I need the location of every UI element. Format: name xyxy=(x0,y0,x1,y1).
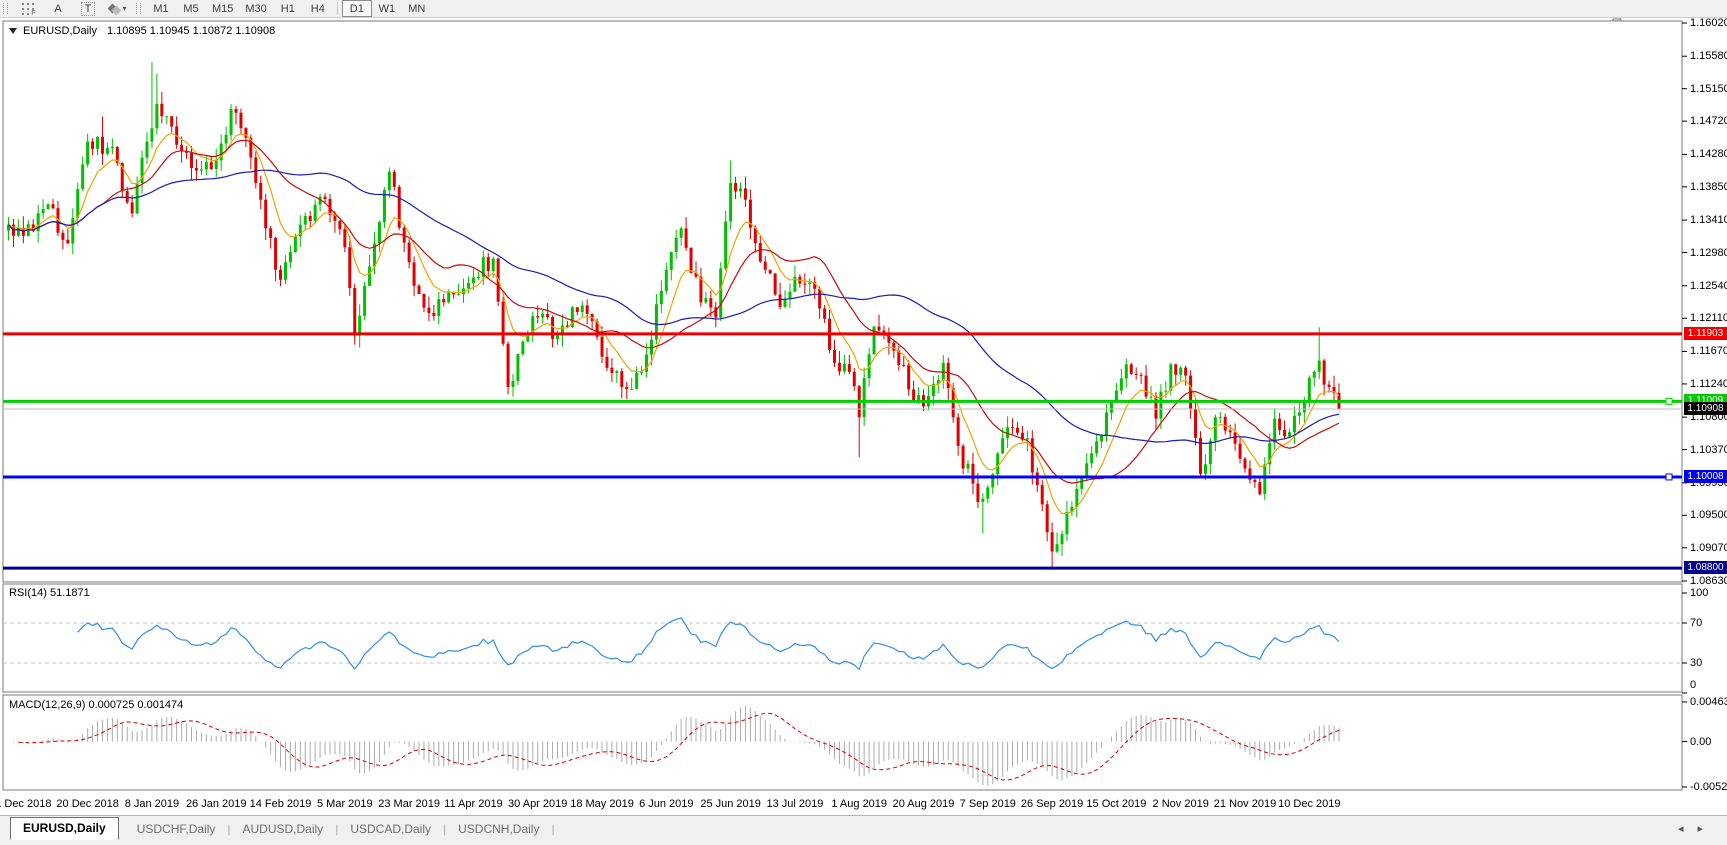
level-handle-support-blue[interactable] xyxy=(1666,474,1672,480)
price-badge-resistance-red[interactable]: 1.11903 xyxy=(1684,327,1727,340)
date-label-16: 26 Sep 2019 xyxy=(1021,798,1083,810)
timeframe-button-m5[interactable]: M5 xyxy=(176,0,206,17)
chart-canvas[interactable] xyxy=(0,0,1727,844)
chart-tab-eurusd[interactable]: EURUSD,Daily xyxy=(10,817,119,840)
date-label-3: 26 Jan 2019 xyxy=(186,798,247,810)
chart-tab-usdcad[interactable]: USDCAD,Daily xyxy=(338,819,443,840)
price-tick-1.14720: 1.14720 xyxy=(1690,115,1727,127)
date-label-2: 8 Jan 2019 xyxy=(125,798,179,810)
price-panel xyxy=(3,21,1682,582)
macd-panel xyxy=(3,695,1682,790)
tab-scroll-left-icon[interactable]: ◂ xyxy=(1678,823,1698,835)
rsi-tick-30: 30 xyxy=(1690,657,1702,669)
macd-tick-0.00: 0.00 xyxy=(1690,736,1711,748)
price-tick-1.11240: 1.11240 xyxy=(1690,378,1727,390)
date-label-7: 11 Apr 2019 xyxy=(444,798,503,810)
timeframe-button-mn[interactable]: MN xyxy=(402,0,432,17)
date-label-14: 20 Aug 2019 xyxy=(893,798,955,810)
price-tick-1.12110: 1.12110 xyxy=(1690,312,1727,324)
timeframe-button-m30[interactable]: M30 xyxy=(239,0,272,17)
date-label-4: 14 Feb 2019 xyxy=(250,798,312,810)
timeframe-button-w1[interactable]: W1 xyxy=(372,0,402,17)
paint-diamond2-icon xyxy=(112,6,122,16)
grid-icon[interactable]: F xyxy=(13,0,43,17)
toolbar-separator xyxy=(337,2,338,15)
price-tick-1.14280: 1.14280 xyxy=(1690,148,1727,160)
rsi-tick-70: 70 xyxy=(1690,617,1702,629)
rsi-panel xyxy=(3,584,1682,692)
date-label-20: 10 Dec 2019 xyxy=(1278,798,1340,810)
symbol-dropdown-icon[interactable] xyxy=(9,28,17,34)
date-label-13: 1 Aug 2019 xyxy=(831,798,887,810)
price-tick-1.09070: 1.09070 xyxy=(1690,542,1727,554)
timeframe-button-m1[interactable]: M1 xyxy=(146,0,176,17)
price-badge-support-blue[interactable]: 1.10008 xyxy=(1684,470,1727,483)
chart-tab-audusd[interactable]: AUDUSD,Daily xyxy=(231,819,336,840)
text-tool-button[interactable]: T xyxy=(73,0,103,17)
price-tick-1.12980: 1.12980 xyxy=(1690,247,1727,259)
date-label-0: 1 Dec 2018 xyxy=(0,798,51,810)
letter-t-icon: T xyxy=(81,2,96,16)
price-tick-1.10370: 1.10370 xyxy=(1690,444,1727,456)
text-label-tool-button[interactable]: A xyxy=(43,0,73,17)
date-label-18: 2 Nov 2019 xyxy=(1153,798,1209,810)
chart-tab-usdchf[interactable]: USDCHF,Daily xyxy=(125,819,228,840)
date-label-8: 30 Apr 2019 xyxy=(508,798,567,810)
price-tick-1.12540: 1.12540 xyxy=(1690,280,1727,292)
price-tick-1.08630: 1.08630 xyxy=(1690,575,1727,587)
timeframe-button-h1[interactable]: H1 xyxy=(273,0,303,17)
macd-tick-0.00463: 0.00463 xyxy=(1690,696,1727,708)
date-label-5: 5 Mar 2019 xyxy=(317,798,373,810)
dropdown-caret-icon[interactable]: ▾ xyxy=(122,4,126,13)
price-tick-1.15150: 1.15150 xyxy=(1690,83,1727,95)
rsi-tick-100: 100 xyxy=(1690,587,1708,599)
price-tick-1.11670: 1.11670 xyxy=(1690,345,1727,357)
date-label-1: 20 Dec 2018 xyxy=(56,798,118,810)
toolbar-grip[interactable] xyxy=(3,3,8,14)
date-label-6: 23 Mar 2019 xyxy=(378,798,440,810)
current-price-badge: 1.10908 xyxy=(1684,402,1727,415)
toolbar-grip-2[interactable] xyxy=(136,3,141,14)
format-paint-button[interactable]: ▾ xyxy=(103,0,133,17)
ohlc-quotes: 1.10895 1.10945 1.10872 1.10908 xyxy=(107,25,275,37)
price-tick-1.16020: 1.16020 xyxy=(1690,17,1727,29)
price-tick-1.13850: 1.13850 xyxy=(1690,181,1727,193)
date-label-12: 13 Jul 2019 xyxy=(766,798,823,810)
price-tick-1.09500: 1.09500 xyxy=(1690,509,1727,521)
timeframe-button-d1[interactable]: D1 xyxy=(342,0,372,17)
timeframe-button-m15[interactable]: M15 xyxy=(206,0,239,17)
chart-tab-bar: EURUSD,DailyUSDCHF,Daily|AUDUSD,Daily|US… xyxy=(0,815,1727,845)
macd-label: MACD(12,26,9) 0.000725 0.001474 xyxy=(9,699,183,711)
top-toolbar: F A T ▾ M1M5M15M30H1H4 D1W1MN xyxy=(0,0,1727,18)
date-label-19: 21 Nov 2019 xyxy=(1214,798,1276,810)
price-tick-1.13410: 1.13410 xyxy=(1690,214,1727,226)
date-label-17: 15 Oct 2019 xyxy=(1086,798,1146,810)
price-badge-support-navy[interactable]: 1.08800 xyxy=(1684,561,1727,574)
date-label-9: 18 May 2019 xyxy=(570,798,634,810)
date-label-11: 25 Jun 2019 xyxy=(700,798,761,810)
tab-scroll-right-icon[interactable]: ▸ xyxy=(1697,823,1717,835)
level-handle-support-green[interactable] xyxy=(1666,398,1672,404)
grid-dots-icon: F xyxy=(22,3,35,15)
tab-divider: | xyxy=(551,819,554,840)
date-label-15: 7 Sep 2019 xyxy=(960,798,1016,810)
chart-tab-usdcnh[interactable]: USDCNH,Daily xyxy=(446,819,551,840)
rsi-label: RSI(14) 51.1871 xyxy=(9,587,90,599)
chart-title: EURUSD,Daily 1.10895 1.10945 1.10872 1.1… xyxy=(9,25,275,37)
symbol-period-label: EURUSD,Daily xyxy=(23,25,97,37)
price-tick-1.15580: 1.15580 xyxy=(1690,50,1727,62)
rsi-tick-0: 0 xyxy=(1690,679,1696,691)
timeframe-button-h4[interactable]: H4 xyxy=(303,0,333,17)
macd-tick--0.005299: -0.005299 xyxy=(1690,781,1727,793)
date-label-10: 6 Jun 2019 xyxy=(639,798,693,810)
letter-a-icon: A xyxy=(54,3,61,15)
